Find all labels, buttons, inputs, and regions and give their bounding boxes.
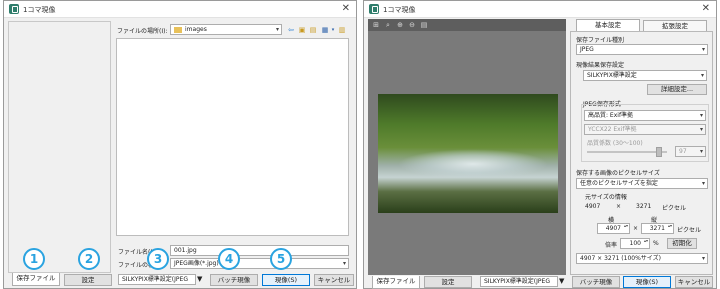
ycc-select[interactable]: YCCX22 Exif準拠 ▾ xyxy=(584,124,706,135)
side-panel xyxy=(8,21,111,273)
orig-size-label: 元サイズの情報 xyxy=(585,194,627,201)
chevron-down-icon: ▾ xyxy=(275,26,279,33)
pixel-unit: ピクセル xyxy=(677,227,702,234)
info-icon[interactable]: ▤ xyxy=(420,21,428,29)
folder-icon xyxy=(174,26,182,33)
title-bar: 1コマ現像 ✕ xyxy=(364,1,716,18)
chevron-down-icon[interactable]: ▾ xyxy=(329,26,337,34)
preset-value: SILKYPIX標準設定(JPEG xyxy=(484,278,550,285)
settings-button[interactable]: 設定 xyxy=(424,276,472,288)
compress-label: 品質係数 (30～100) xyxy=(587,140,643,147)
jpeg-quality-value: 高品質: Exif準拠 xyxy=(588,112,634,119)
close-icon[interactable]: ✕ xyxy=(342,3,350,14)
ratio-stepper[interactable]: 100 xyxy=(620,238,650,249)
window-title: 1コマ現像 xyxy=(383,6,416,14)
height-stepper[interactable]: 3271 xyxy=(641,223,674,234)
view-menu-icon[interactable]: ▦ xyxy=(321,26,329,34)
chevron-down-icon: ▾ xyxy=(342,260,346,267)
save-type-value: JPEG xyxy=(580,46,594,53)
left-dialog-window: 1コマ現像 ✕ ファイルの場所(I): images ▾ ⇦ ▣ ▤ ▦ ▾ ▥… xyxy=(3,0,357,289)
location-select[interactable]: images ▾ xyxy=(170,24,282,35)
ycc-value: YCCX22 Exif準拠 xyxy=(588,126,637,133)
preset-select[interactable]: SILKYPIX標準設定(JPEG xyxy=(480,276,558,287)
size-summary-value: 4907 × 3271 (100%サイズ) xyxy=(580,255,661,262)
width-stepper[interactable]: 4907 xyxy=(597,223,630,234)
save-type-label: 保存ファイル種別 xyxy=(576,37,625,44)
preset-select[interactable]: SILKYPIX標準設定(JPEG xyxy=(118,274,196,285)
orig-width: 4907 xyxy=(585,203,601,210)
pixel-size-mode-select[interactable]: 任意のピクセルサイズを指定 ▾ xyxy=(576,178,708,189)
reset-button[interactable]: 初期化 xyxy=(667,238,697,249)
app-icon xyxy=(369,4,379,14)
right-dialog-window: 1コマ現像 ✕ ⊞ ⌕ ⊕ ⊖ ▤ 基本設定 拡張設定 保存ファイル種別 JPE… xyxy=(363,0,717,289)
orig-height: 3271 xyxy=(636,203,652,210)
tab-save-file[interactable]: 保存ファイル xyxy=(372,276,420,289)
compress-slider[interactable] xyxy=(587,151,667,153)
new-folder-icon[interactable]: ▤ xyxy=(309,26,317,34)
pixel-size-label: 保存する画像のピクセルサイズ xyxy=(576,170,660,177)
close-icon[interactable]: ✕ xyxy=(702,3,710,14)
filetype-select[interactable]: JPEG画像(*.jpg) ▾ xyxy=(170,258,349,269)
chevron-down-icon: ▾ xyxy=(699,126,703,133)
detail-settings-button[interactable]: 詳細設定... xyxy=(647,84,707,95)
folder-icon[interactable]: ▥ xyxy=(338,26,346,34)
chevron-down-icon: ▾ xyxy=(700,72,704,79)
cancel-button[interactable]: キャンセル xyxy=(675,276,713,288)
filename-field[interactable]: 001.jpg xyxy=(170,245,349,256)
develop-button[interactable]: 現像(S) xyxy=(623,276,671,288)
zoom-out-icon[interactable]: ⊖ xyxy=(408,21,416,29)
pixel-unit: ピクセル xyxy=(662,205,687,212)
preset-value: SILKYPIX標準設定(JPEG xyxy=(122,276,188,283)
zoom-in-icon[interactable]: ⊕ xyxy=(396,21,404,29)
times-sign: × xyxy=(633,225,639,232)
chevron-down-icon: ▾ xyxy=(701,255,705,262)
zoom-fit-icon[interactable]: ⌕ xyxy=(384,21,392,29)
preset-dropdown-icon[interactable]: ▼ xyxy=(197,275,202,283)
percent-sign: % xyxy=(653,240,659,247)
cancel-button[interactable]: キャンセル xyxy=(314,274,354,286)
chevron-down-icon: ▾ xyxy=(699,148,703,155)
compress-value: 97 xyxy=(679,148,687,155)
location-value: images xyxy=(185,26,207,33)
times-sign: × xyxy=(616,203,622,210)
back-icon[interactable]: ⇦ xyxy=(287,26,295,34)
preview-image xyxy=(378,94,558,213)
compress-value-select[interactable]: 97 ▾ xyxy=(675,146,706,157)
window-title: 1コマ現像 xyxy=(23,6,56,14)
dev-result-value: SILKYPIX標準設定 xyxy=(587,72,637,79)
batch-develop-button[interactable]: バッチ現像 xyxy=(210,274,258,286)
grid-icon[interactable]: ⊞ xyxy=(372,21,380,29)
filetype-value: JPEG画像(*.jpg) xyxy=(174,260,219,267)
callout-4: 4 xyxy=(218,248,240,270)
settings-button[interactable]: 設定 xyxy=(64,274,112,286)
chevron-down-icon: ▾ xyxy=(701,46,705,53)
settings-panel: 保存ファイル種別 JPEG ▾ 現像結果保存設定 SILKYPIX標準設定 ▾ 詳細… xyxy=(570,31,713,275)
app-icon xyxy=(9,4,19,14)
file-list[interactable] xyxy=(116,38,349,236)
preset-dropdown-icon[interactable]: ▼ xyxy=(559,277,564,285)
up-folder-icon[interactable]: ▣ xyxy=(298,26,306,34)
ratio-label: 倍率 xyxy=(605,242,618,249)
batch-develop-button[interactable]: バッチ現像 xyxy=(572,276,620,288)
size-summary-select[interactable]: 4907 × 3271 (100%サイズ) ▾ xyxy=(576,253,708,264)
callout-3: 3 xyxy=(147,248,169,270)
chevron-down-icon: ▾ xyxy=(699,112,703,119)
callout-5: 5 xyxy=(270,248,292,270)
callout-2: 2 xyxy=(78,248,100,270)
tab-save-file[interactable]: 保存ファイル xyxy=(12,273,60,286)
compress-slider-thumb[interactable] xyxy=(656,147,662,157)
location-label: ファイルの場所(I): xyxy=(117,28,168,35)
jpeg-quality-select[interactable]: 高品質: Exif準拠 ▾ xyxy=(584,110,706,121)
callout-1: 1 xyxy=(23,248,45,270)
save-type-select[interactable]: JPEG ▾ xyxy=(576,44,708,55)
dev-result-select[interactable]: SILKYPIX標準設定 ▾ xyxy=(583,70,707,81)
preview-toolbar: ⊞ ⌕ ⊕ ⊖ ▤ xyxy=(368,19,566,31)
pixel-size-mode-value: 任意のピクセルサイズを指定 xyxy=(580,180,658,187)
title-bar: 1コマ現像 ✕ xyxy=(4,1,356,18)
develop-button[interactable]: 現像(S) xyxy=(262,274,310,286)
chevron-down-icon: ▾ xyxy=(701,180,705,187)
preview-area[interactable] xyxy=(368,31,566,275)
dev-result-label: 現像結果保存設定 xyxy=(576,62,625,69)
